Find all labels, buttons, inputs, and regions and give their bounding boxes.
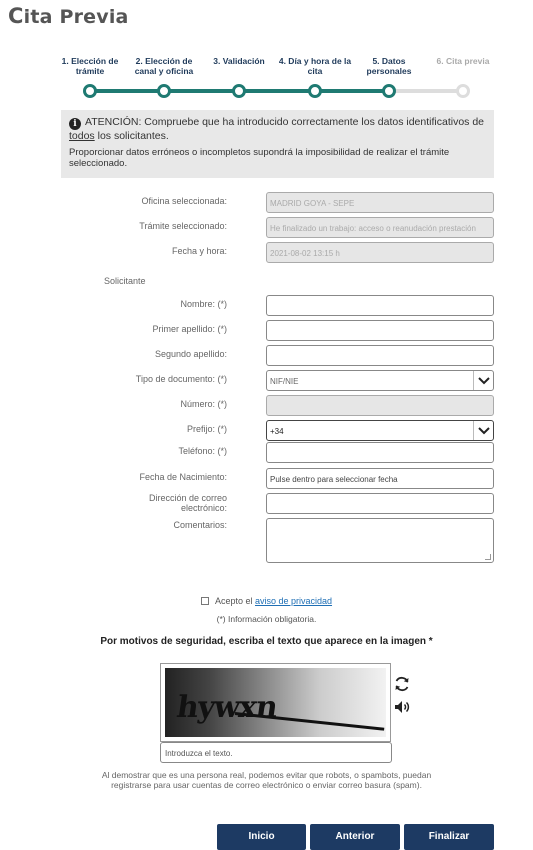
apellido1-label: Primer apellido: (*) xyxy=(152,324,227,334)
fecha-hora-row: Fecha y hora: 2021-08-02 13:15 h xyxy=(0,242,533,264)
inicio-button[interactable]: Inicio xyxy=(217,824,306,850)
email-label: Dirección de correo electrónico: xyxy=(148,493,227,513)
prefijo-label: Prefijo: (*) xyxy=(186,424,227,434)
obligatory-note: (*) Información obligatoria. xyxy=(216,614,317,624)
step-5-label: 5. Datos personales xyxy=(366,56,412,76)
step-6-label: 6. Cita previa xyxy=(436,56,490,66)
comentarios-textarea[interactable] xyxy=(266,518,494,563)
chevron-down-icon xyxy=(473,421,493,440)
nacimiento-row: Fecha de Nacimiento: Pulse dentro para s… xyxy=(0,468,533,490)
privacy-link[interactable]: aviso de privacidad xyxy=(255,596,332,606)
step-6-dot xyxy=(456,84,470,98)
step-5-dot xyxy=(382,84,396,98)
privacy-text: Acepto el xyxy=(214,596,255,606)
tipodoc-select[interactable]: NIF/NIE xyxy=(266,370,494,391)
comentarios-label: Comentarios: xyxy=(173,520,227,530)
step-1-dot xyxy=(83,84,97,98)
nacimiento-input[interactable]: Pulse dentro para seleccionar fecha xyxy=(266,468,494,489)
apellido1-row: Primer apellido: (*) xyxy=(0,320,533,342)
prefijo-row: Prefijo: (*) +34 xyxy=(0,420,533,442)
tipodoc-value: NIF/NIE xyxy=(270,377,299,386)
step-2-label: 2. Elección de canal y oficina xyxy=(134,56,194,76)
steps-remaining-line xyxy=(390,89,464,93)
fecha-hora-label: Fecha y hora: xyxy=(171,246,227,256)
numero-label: Número: (*) xyxy=(180,399,227,409)
step-4-label: 4. Día y hora de la cita xyxy=(278,56,352,76)
captcha-note: Al demostrar que es una persona real, po… xyxy=(101,770,432,790)
captcha-text: hywxn xyxy=(174,690,280,725)
oficina-field: MADRID GOYA - SEPE xyxy=(266,192,494,213)
prefijo-value: +34 xyxy=(270,427,284,436)
anterior-button[interactable]: Anterior xyxy=(310,824,400,850)
oficina-row: Oficina seleccionada: MADRID GOYA - SEPE xyxy=(0,192,533,214)
nombre-label: Nombre: (*) xyxy=(180,299,227,309)
nombre-input[interactable] xyxy=(266,295,494,316)
step-3-label: 3. Validación xyxy=(213,56,265,66)
resize-handle[interactable] xyxy=(485,554,491,560)
notice-line-2: Proporcionar datos erróneos o incompleto… xyxy=(69,147,450,169)
numero-row: Número: (*) xyxy=(0,395,533,417)
apellido2-input[interactable] xyxy=(266,345,494,366)
apellido1-input[interactable] xyxy=(266,320,494,341)
nombre-row: Nombre: (*) xyxy=(0,295,533,317)
speaker-icon[interactable] xyxy=(392,697,412,717)
oficina-label: Oficina seleccionada: xyxy=(141,196,227,206)
tipodoc-row: Tipo de documento: (*) NIF/NIE xyxy=(0,370,533,392)
apellido2-label: Segundo apellido: xyxy=(154,349,227,359)
nacimiento-label: Fecha de Nacimiento: xyxy=(139,472,227,482)
solicitante-heading: Solicitante xyxy=(104,276,146,286)
telefono-label: Teléfono: (*) xyxy=(178,446,227,456)
page-title: Cita Previa xyxy=(8,4,129,28)
prefijo-select[interactable]: +34 xyxy=(266,420,494,441)
step-3-dot xyxy=(232,84,246,98)
email-row: Dirección de correo electrónico: xyxy=(0,493,533,515)
telefono-row: Teléfono: (*) xyxy=(0,442,533,464)
tipodoc-label: Tipo de documento: (*) xyxy=(135,374,227,384)
tramite-label: Trámite seleccionado: xyxy=(139,221,227,231)
step-4-dot xyxy=(308,84,322,98)
step-1-label: 1. Elección de trámite xyxy=(61,56,119,76)
privacy-row: Acepto el aviso de privacidad xyxy=(0,596,533,606)
captcha-image: hywxn xyxy=(160,663,391,742)
notice-line-1: i ATENCIÓN: Compruebe que ha introducido … xyxy=(69,116,485,142)
captcha-title: Por motivos de seguridad, escriba el tex… xyxy=(100,636,433,647)
captcha-input[interactable]: Introduzca el texto. xyxy=(160,742,392,763)
step-2-dot xyxy=(157,84,171,98)
progress-steps: 1. Elección de trámite 2. Elección de ca… xyxy=(62,56,496,98)
finalizar-button[interactable]: Finalizar xyxy=(404,824,494,850)
tramite-row: Trámite seleccionado: He finalizado un t… xyxy=(0,217,533,239)
attention-notice: i ATENCIÓN: Compruebe que ha introducido … xyxy=(61,110,494,178)
telefono-input[interactable] xyxy=(266,442,494,463)
tramite-field: He finalizado un trabajo: acceso o reanu… xyxy=(266,217,494,238)
privacy-checkbox[interactable] xyxy=(200,597,209,605)
info-icon: i xyxy=(69,118,81,130)
numero-input[interactable] xyxy=(266,395,494,416)
refresh-icon[interactable] xyxy=(392,674,412,694)
apellido2-row: Segundo apellido: xyxy=(0,345,533,367)
chevron-down-icon xyxy=(473,371,493,390)
email-input[interactable] xyxy=(266,493,494,514)
notice-todos: todos xyxy=(69,130,95,142)
fecha-hora-field: 2021-08-02 13:15 h xyxy=(266,242,494,263)
